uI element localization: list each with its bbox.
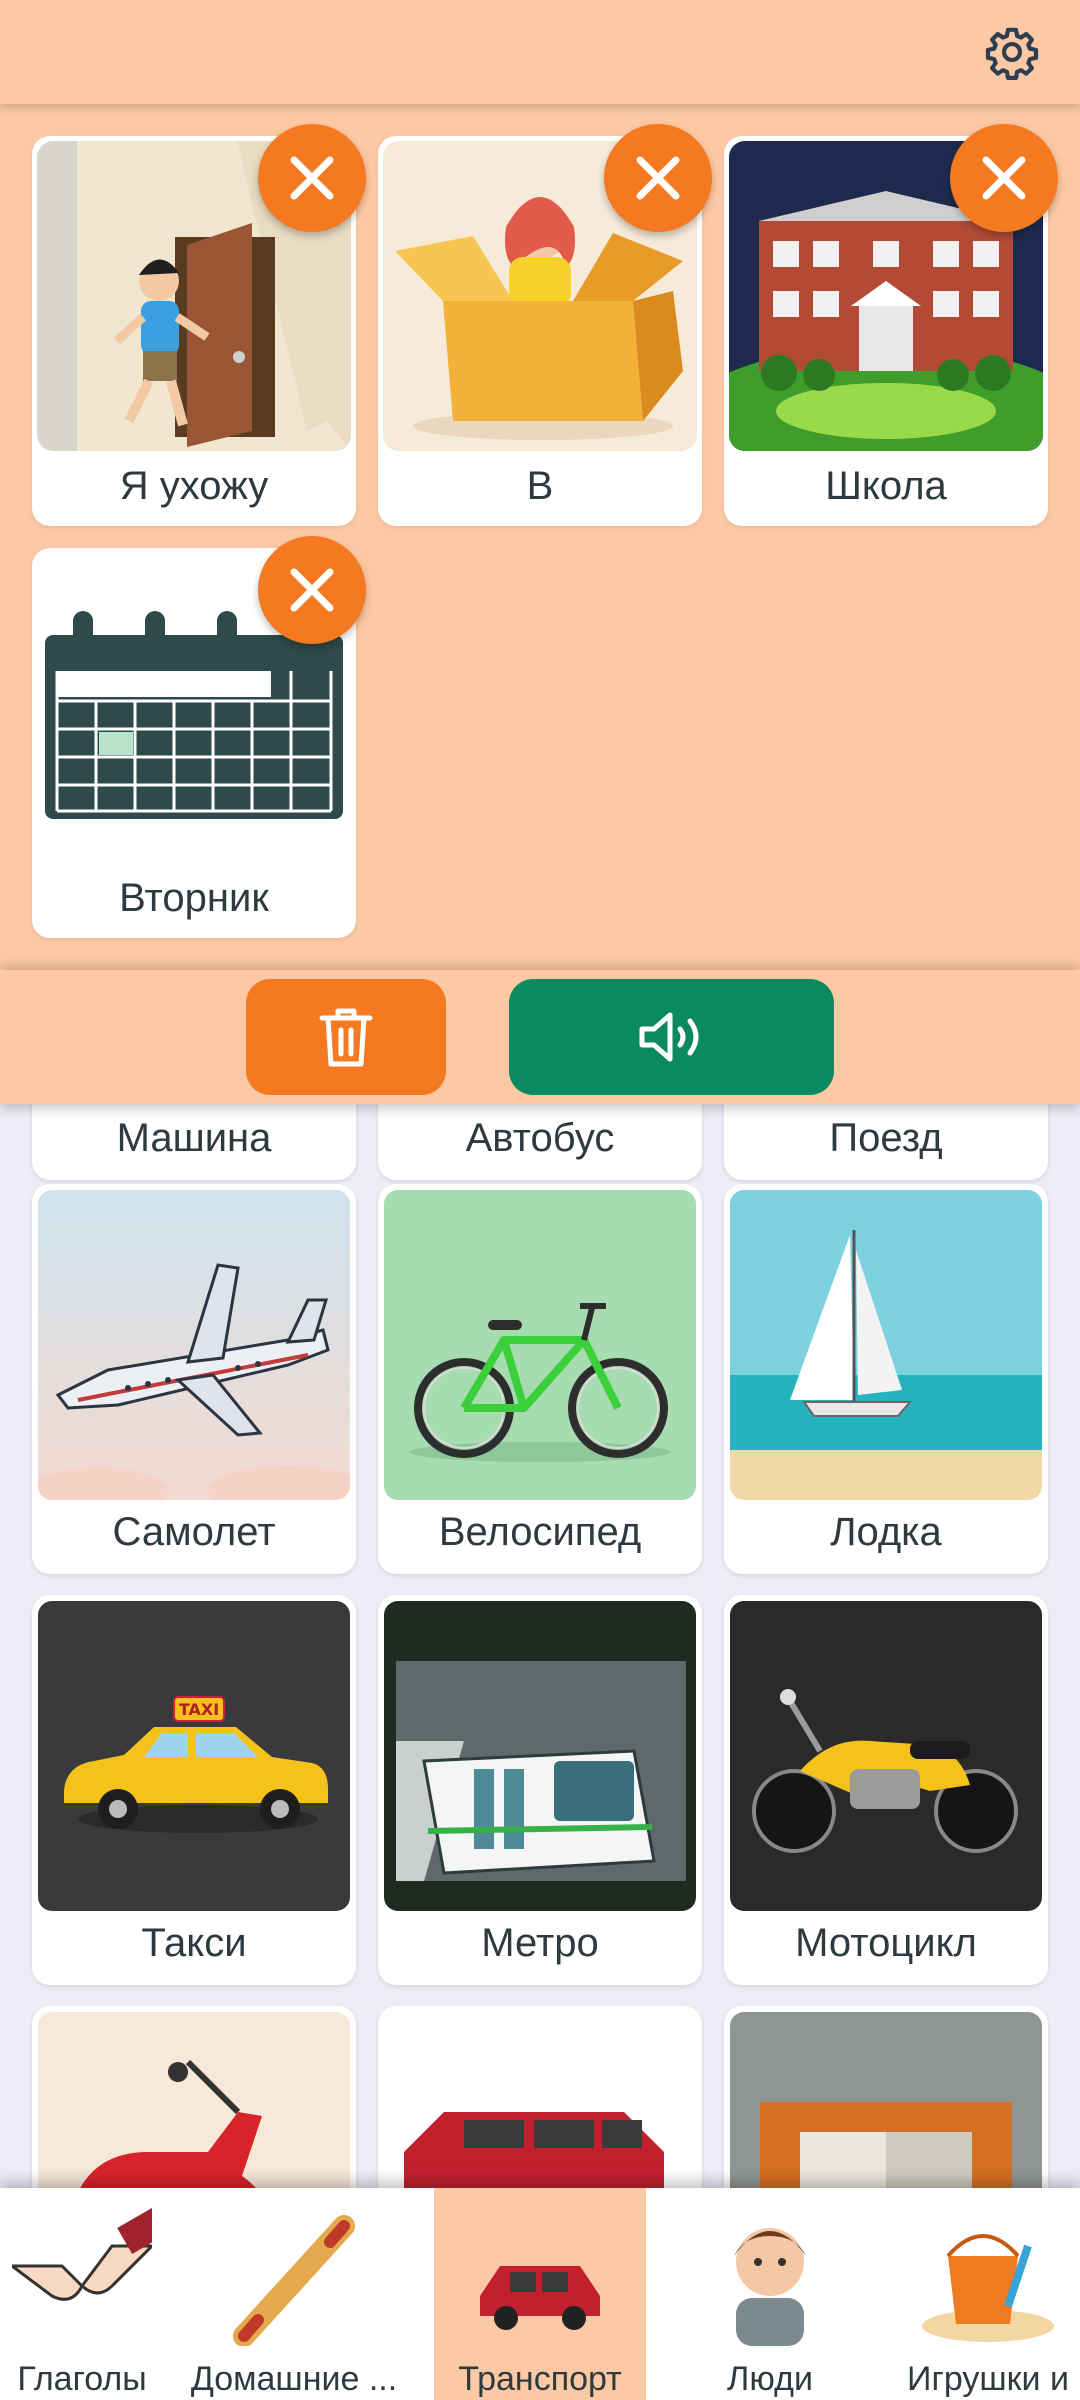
- card-label: Вторник: [119, 876, 269, 920]
- trash-icon: [319, 1008, 373, 1067]
- vocab-card[interactable]: [32, 2006, 356, 2188]
- card-label: Мотоцикл: [795, 1921, 977, 1965]
- bicycle-image: [384, 1190, 696, 1500]
- close-icon: [982, 156, 1026, 200]
- boy-icon: [734, 2228, 806, 2346]
- vocab-card[interactable]: Самолет: [32, 1184, 356, 1574]
- vocab-card[interactable]: Метро: [378, 1595, 702, 1985]
- sand-bucket-icon: [922, 2234, 1054, 2342]
- remove-card-button[interactable]: [258, 124, 366, 232]
- card-label: Я ухожу: [119, 464, 269, 508]
- remove-card-button[interactable]: [950, 124, 1058, 232]
- card-label: Велосипед: [438, 1510, 642, 1554]
- close-icon: [290, 156, 334, 200]
- card-label: Поезд: [829, 1116, 943, 1160]
- vocab-card[interactable]: TAXI Такси: [32, 1595, 356, 1985]
- elevator-door-image: [730, 2012, 1042, 2188]
- vocab-card[interactable]: [724, 2006, 1048, 2188]
- category-tab-active[interactable]: Транспорт: [434, 2188, 646, 2400]
- red-van-icon: [480, 2266, 600, 2330]
- vocab-card[interactable]: Мотоцикл: [724, 1595, 1048, 1985]
- sentence-card[interactable]: Вторник: [32, 536, 366, 938]
- vocab-card[interactable]: Лодка: [724, 1184, 1048, 1574]
- rolling-pin-icon: [233, 2215, 355, 2346]
- top-bar: [0, 0, 1080, 104]
- vocab-card[interactable]: Поезд: [724, 1104, 1048, 1180]
- vocab-card[interactable]: [378, 2006, 702, 2188]
- vocabulary-grid: Машина Автобус Поезд Самолет Велосипед Л…: [0, 1104, 1080, 2188]
- close-icon: [636, 156, 680, 200]
- sentence-card[interactable]: В: [378, 124, 712, 526]
- remove-card-button[interactable]: [604, 124, 712, 232]
- card-label: Самолет: [112, 1510, 276, 1554]
- gear-icon[interactable]: [982, 22, 1042, 82]
- category-label: Домашние ...: [190, 2360, 398, 2398]
- clear-sentence-button[interactable]: [246, 979, 446, 1095]
- vocab-card[interactable]: Автобус: [378, 1104, 702, 1180]
- vocab-card[interactable]: Велосипед: [378, 1184, 702, 1574]
- sentence-card[interactable]: Я ухожу: [32, 124, 366, 526]
- action-bar: [0, 970, 1080, 1104]
- speaker-icon: [639, 1012, 698, 1062]
- metro-train-image: [384, 1601, 696, 1911]
- sailboat-image: [730, 1190, 1042, 1500]
- vocab-card[interactable]: Машина: [32, 1104, 356, 1180]
- category-tab[interactable]: Домашние ...: [188, 2188, 400, 2400]
- sentence-area: Я ухожу В Школа Вторник: [0, 104, 1080, 970]
- category-label: Транспорт: [458, 2360, 622, 2398]
- sentence-card[interactable]: Школа: [724, 124, 1058, 526]
- close-icon: [290, 568, 334, 612]
- card-label: Автобус: [465, 1116, 615, 1160]
- red-van-image: [384, 2012, 696, 2188]
- card-label: В: [526, 464, 554, 508]
- card-label: Школа: [825, 464, 947, 508]
- remove-card-button[interactable]: [258, 536, 366, 644]
- category-tab[interactable]: Игрушки и: [882, 2188, 1080, 2400]
- category-tab[interactable]: Люди: [664, 2188, 876, 2400]
- speak-button[interactable]: [509, 979, 834, 1095]
- card-label: Метро: [481, 1921, 599, 1965]
- scooter-image: [38, 2012, 350, 2188]
- airplane-image: [38, 1190, 350, 1500]
- category-bar: Глаголы Домашние ... Транспорт Люди Игру…: [0, 2188, 1080, 2400]
- category-label: Люди: [727, 2360, 813, 2398]
- card-label: Лодка: [830, 1510, 942, 1554]
- taxi-image: TAXI: [38, 1601, 350, 1911]
- category-label: Игрушки и: [907, 2360, 1069, 2398]
- svg-text:TAXI: TAXI: [179, 1700, 219, 1719]
- card-label: Машина: [116, 1116, 272, 1160]
- motorcycle-image: [730, 1601, 1042, 1911]
- card-label: Такси: [141, 1921, 247, 1965]
- category-tab[interactable]: Глаголы: [0, 2188, 188, 2400]
- holding-hands-icon: [12, 2208, 152, 2301]
